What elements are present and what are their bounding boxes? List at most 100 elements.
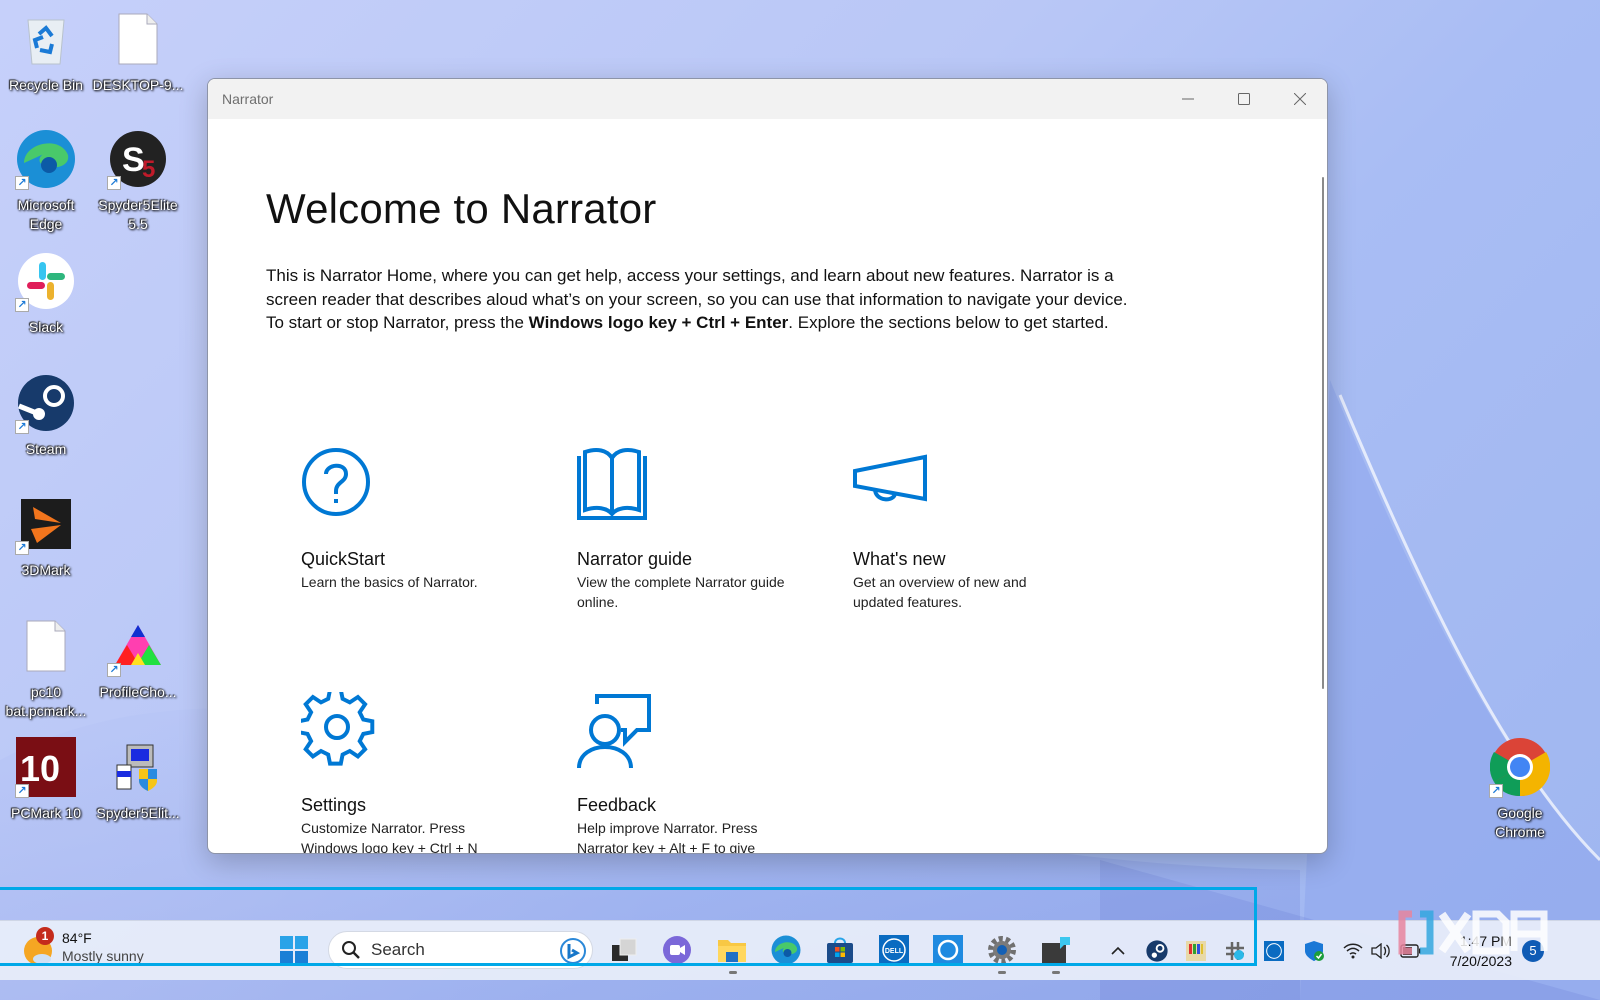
- taskbar-teams[interactable]: [660, 933, 694, 967]
- book-icon: [577, 448, 647, 520]
- shortcut-arrow-icon: ↗: [15, 784, 29, 798]
- desktop-icon-label: 3DMark: [21, 562, 71, 578]
- 3dmark-icon: ↗: [15, 493, 77, 555]
- spyder-icon: S5 ↗: [107, 128, 169, 190]
- tile-settings[interactable]: Settings Customize Narrator. Press Windo…: [296, 687, 541, 853]
- tray-wifi[interactable]: [1341, 939, 1365, 963]
- tray-volume[interactable]: [1369, 939, 1393, 963]
- store-icon: [827, 937, 853, 963]
- page-title: Welcome to Narrator: [266, 185, 657, 232]
- desktop-icon-label: Spyder5Elit...: [96, 805, 180, 821]
- svg-text:DELL: DELL: [885, 948, 904, 955]
- tray-slack[interactable]: [1223, 939, 1247, 963]
- minimize-icon: [1182, 98, 1194, 100]
- narrator-window: Narrator Welcome to Narrator This is Nar…: [207, 78, 1328, 854]
- tile-narrator-guide[interactable]: Narrator guide View the complete Narrato…: [577, 446, 817, 610]
- steam-icon: [1146, 940, 1168, 962]
- desktop-icon-3dmark[interactable]: ↗ 3DMark: [0, 493, 92, 580]
- tray-color-app[interactable]: [1184, 939, 1208, 963]
- weather-temperature: 84°F: [62, 930, 92, 946]
- weather-widget[interactable]: 1 84°F Mostly sunny: [22, 927, 144, 967]
- tile-description: Help improve Narrator. Press Narrator ke…: [577, 820, 758, 854]
- slack-icon: ↗: [15, 250, 77, 312]
- desktop-icon-recycle-bin[interactable]: Recycle Bin: [0, 8, 92, 95]
- tile-quickstart[interactable]: QuickStart Learn the basics of Narrator.: [301, 446, 541, 590]
- question-circle-icon: [302, 448, 370, 516]
- tile-description: Get an overview of new and updated featu…: [853, 574, 1027, 610]
- weather-notification-badge: 1: [36, 927, 54, 945]
- alexa-icon: [933, 935, 963, 965]
- intro-shortcut: Windows logo key + Ctrl + Enter: [528, 313, 789, 332]
- tile-whats-new[interactable]: What's new Get an overview of new and up…: [853, 446, 1093, 610]
- shortcut-arrow-icon: ↗: [107, 176, 121, 190]
- taskbar-microsoft-store[interactable]: [823, 933, 857, 967]
- tray-battery[interactable]: [1399, 939, 1423, 963]
- desktop-icon-label: Slack: [28, 319, 64, 335]
- running-indicator: [1052, 971, 1060, 974]
- desktop-icon-steam[interactable]: ↗ Steam: [0, 372, 92, 459]
- pcmark-icon: 10 ↗: [15, 736, 77, 798]
- tile-feedback[interactable]: Feedback Help improve Narrator. Press Na…: [577, 692, 817, 853]
- vertical-scrollbar[interactable]: [1322, 177, 1324, 689]
- desktop-icon-spyder5elite-installer[interactable]: Spyder5Elit...: [92, 736, 184, 823]
- desktop-icon-pcmark10[interactable]: 10 ↗ PCMark 10: [0, 736, 92, 823]
- tile-title: Feedback: [577, 795, 657, 815]
- shortcut-arrow-icon: ↗: [15, 298, 29, 312]
- task-view-icon: [612, 938, 637, 961]
- notification-center-badge[interactable]: 5: [1522, 940, 1544, 962]
- close-button[interactable]: [1272, 79, 1327, 119]
- taskbar-settings[interactable]: [985, 933, 1019, 967]
- color-profile-icon: [1186, 941, 1206, 961]
- minimize-button[interactable]: [1160, 79, 1216, 119]
- tray-steam[interactable]: [1145, 939, 1169, 963]
- window-title: Narrator: [222, 91, 274, 107]
- tile-description: Customize Narrator. Press Windows logo k…: [301, 820, 478, 854]
- desktop-icon-chrome[interactable]: ↗ Google Chrome: [1474, 736, 1566, 842]
- taskbar-narrator[interactable]: [1039, 933, 1073, 967]
- shield-icon: [1305, 941, 1324, 961]
- intro-text-end: . Explore the sections below to get star…: [788, 313, 1109, 332]
- desktop-icon-slack[interactable]: ↗ Slack: [0, 250, 92, 337]
- show-hidden-icons-button[interactable]: [1106, 939, 1130, 963]
- maximize-button[interactable]: [1216, 79, 1272, 119]
- taskbar-alexa[interactable]: [931, 933, 965, 967]
- desktop-icon-pc10-bat[interactable]: pc10 bat.pcmark...: [0, 615, 92, 721]
- desktop-icon-label: ProfileCho...: [99, 684, 177, 700]
- title-bar[interactable]: Narrator: [208, 79, 1327, 119]
- dell-icon: DELL: [879, 935, 909, 965]
- recycle-bin-icon: [15, 8, 77, 70]
- taskbar-task-view[interactable]: [607, 933, 641, 967]
- bing-icon[interactable]: [560, 938, 586, 964]
- desktop-icon-desktop-file[interactable]: DESKTOP-9...: [92, 8, 184, 95]
- desktop-icon-label: Microsoft Edge: [17, 197, 75, 232]
- svg-text:5: 5: [142, 156, 155, 183]
- teams-chat-icon: [663, 936, 691, 964]
- taskbar: 1 84°F Mostly sunny Search DELL 1:47 PM …: [0, 920, 1600, 980]
- tile-title: QuickStart: [301, 549, 386, 569]
- dell-tray-icon: [1264, 941, 1284, 961]
- desktop-icon-label: PCMark 10: [10, 805, 82, 821]
- desktop-icon-spyder5elite[interactable]: S5 ↗ Spyder5Elite 5.5: [92, 128, 184, 234]
- installer-icon: [107, 736, 169, 798]
- shortcut-arrow-icon: ↗: [15, 541, 29, 555]
- tray-dell[interactable]: [1262, 939, 1286, 963]
- taskbar-search[interactable]: Search: [328, 931, 593, 969]
- settings-gear-icon: [988, 936, 1016, 964]
- desktop-icon-profilechooser[interactable]: ↗ ProfileCho...: [92, 615, 184, 702]
- shortcut-arrow-icon: ↗: [15, 176, 29, 190]
- volume-icon: [1371, 943, 1390, 959]
- edge-icon: [771, 935, 801, 965]
- taskbar-edge[interactable]: [769, 933, 803, 967]
- slack-tray-icon: [1226, 942, 1244, 960]
- taskbar-dell[interactable]: DELL: [877, 933, 911, 967]
- maximize-icon: [1238, 93, 1250, 105]
- taskbar-clock[interactable]: 1:47 PM 7/20/2023: [1440, 931, 1512, 971]
- intro-paragraph: This is Narrator Home, where you can get…: [266, 264, 1146, 335]
- taskbar-file-explorer[interactable]: [715, 933, 749, 967]
- tray-windows-security[interactable]: [1302, 939, 1326, 963]
- start-button[interactable]: [277, 933, 311, 967]
- desktop-icon-edge[interactable]: ↗ Microsoft Edge: [0, 128, 92, 234]
- chevron-up-icon: [1111, 946, 1125, 955]
- weather-sunny-icon: 1: [22, 927, 54, 967]
- edge-icon: ↗: [15, 128, 77, 190]
